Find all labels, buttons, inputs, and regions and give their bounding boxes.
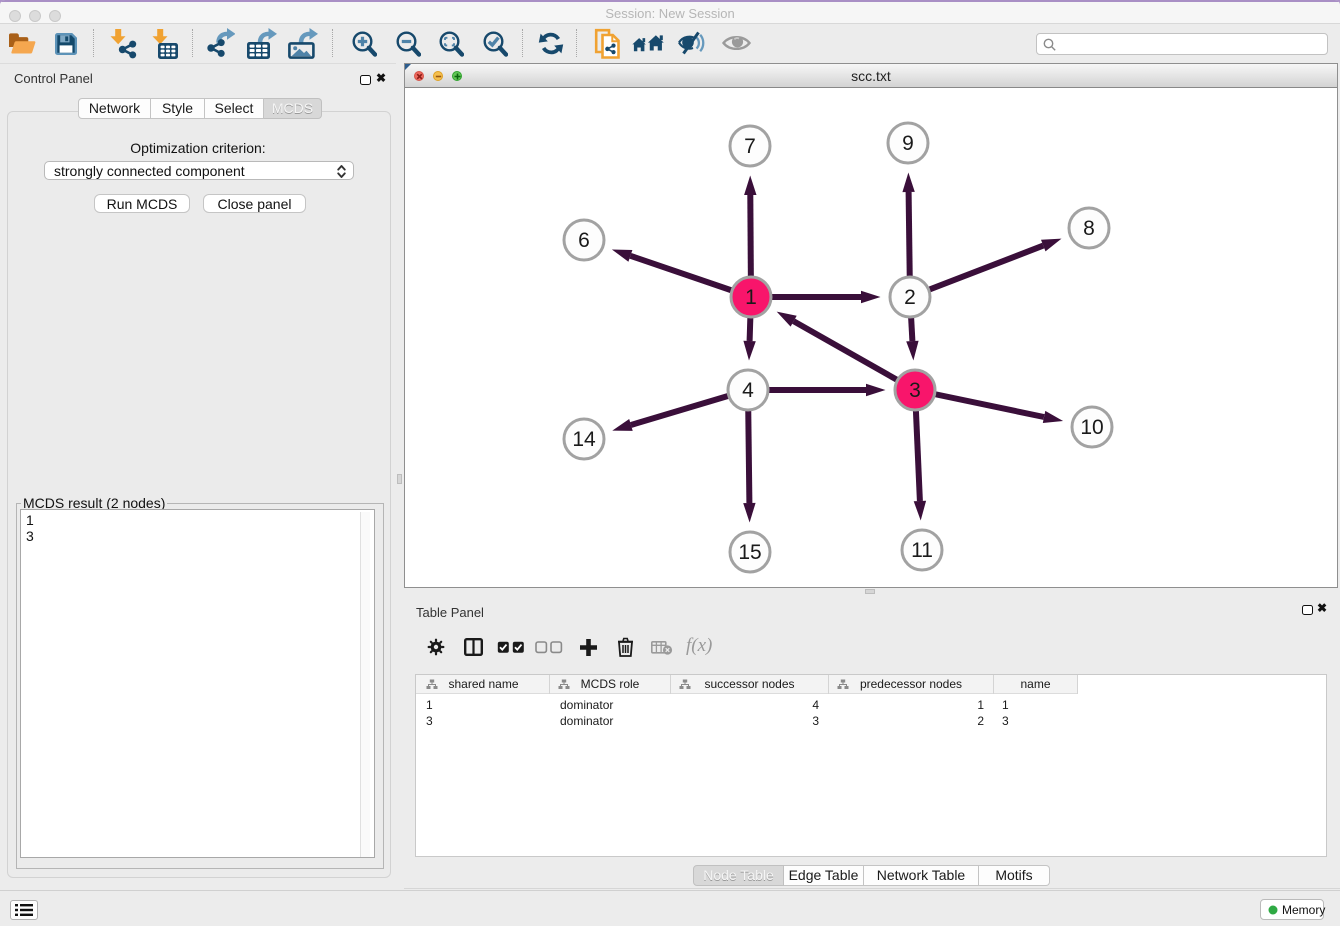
svg-text:10: 10	[1080, 416, 1103, 439]
svg-text:7: 7	[744, 135, 756, 158]
svg-text:6: 6	[578, 229, 590, 252]
svg-text:9: 9	[902, 132, 914, 155]
svg-text:8: 8	[1083, 217, 1095, 240]
svg-text:4: 4	[742, 379, 754, 402]
svg-text:1: 1	[745, 286, 757, 309]
svg-text:14: 14	[572, 428, 596, 451]
svg-text:2: 2	[904, 286, 916, 309]
svg-text:11: 11	[911, 539, 933, 562]
svg-text:3: 3	[909, 379, 921, 402]
svg-text:15: 15	[738, 541, 761, 564]
